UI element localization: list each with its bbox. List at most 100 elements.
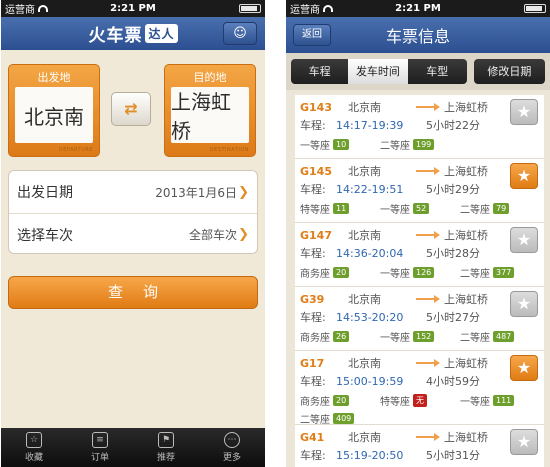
train-row[interactable]: G39 北京南 上海虹桥 车程: 14:53-20:20 5小时27分 ★ 商务座 26 一等座 1… bbox=[295, 287, 544, 351]
train-time: 14:22-19:51 bbox=[336, 182, 404, 196]
duration-key: 车程: bbox=[300, 183, 326, 196]
train-row[interactable]: G41 北京南 上海虹桥 车程: 15:19-20:50 5小时31分 ★ bbox=[295, 425, 544, 467]
duration-key: 车程: bbox=[300, 311, 326, 324]
train-from: 北京南 bbox=[348, 357, 381, 370]
tab-label: 订单 bbox=[90, 453, 109, 463]
battery-icon bbox=[239, 4, 261, 13]
destination-label: 目的地 bbox=[193, 71, 227, 84]
seat-count: 79 bbox=[493, 203, 510, 214]
train-time: 14:17-19:39 bbox=[336, 118, 404, 132]
train-from: 北京南 bbox=[348, 165, 381, 178]
star-icon: ★ bbox=[516, 432, 532, 451]
star-icon: ★ bbox=[516, 294, 532, 313]
date-row[interactable]: 出发日期 2013年1月6日 ❯ bbox=[9, 171, 257, 213]
train-duration: 5小时29分 bbox=[426, 183, 480, 196]
seat-name: 一等座 bbox=[460, 397, 490, 408]
tab-recommend[interactable]: ⚑ 推荐 bbox=[141, 432, 191, 463]
train-filter-value: 全部车次 bbox=[188, 228, 237, 242]
train-duration: 4小时59分 bbox=[426, 375, 480, 388]
seat-class: 二等座 409 bbox=[300, 411, 380, 426]
app-logo: 火车票 达人 bbox=[88, 21, 178, 46]
seat-class: 一等座 111 bbox=[460, 393, 540, 408]
train-code: G147 bbox=[300, 228, 332, 242]
clock: 2:21 PM bbox=[110, 3, 156, 14]
tab-bar: ☆ 收藏 ≡ 订单 ⚑ 推荐 ⋯ 更多 bbox=[1, 428, 265, 467]
user-button[interactable]: ☺ bbox=[223, 22, 257, 45]
arrow-right-icon bbox=[416, 167, 440, 175]
train-row[interactable]: G17 北京南 上海虹桥 车程: 15:00-19:59 4小时59分 ★ 商务座 20 特等座无… bbox=[295, 351, 544, 426]
seat-class: 二等座 487 bbox=[460, 329, 540, 344]
seat-count: 无 bbox=[413, 394, 427, 407]
tab-favorites[interactable]: ☆ 收藏 bbox=[9, 432, 59, 463]
train-from: 北京南 bbox=[348, 101, 381, 114]
status-bar: 运营商 2:21 PM bbox=[286, 0, 550, 17]
tab-label: 推荐 bbox=[156, 453, 175, 463]
sort-by-departure[interactable]: 发车时间 bbox=[348, 59, 408, 84]
results-navbar: 返回 车票信息 bbox=[286, 17, 550, 53]
train-row[interactable]: G145 北京南 上海虹桥 车程: 14:22-19:51 5小时29分 ★ 特等座 11 一等座… bbox=[295, 159, 544, 223]
seat-name: 一等座 bbox=[380, 205, 410, 216]
favorite-star-button[interactable]: ★ bbox=[510, 227, 538, 253]
destination-station-card[interactable]: 目的地 上海虹桥 DESTINATION bbox=[164, 64, 256, 157]
arrow-right-icon bbox=[416, 103, 440, 111]
favorite-star-button[interactable]: ★ bbox=[510, 291, 538, 317]
favorite-star-button[interactable]: ★ bbox=[510, 355, 538, 381]
train-route: G39 北京南 上海虹桥 bbox=[300, 291, 495, 307]
favorite-star-button[interactable]: ★ bbox=[510, 163, 538, 189]
train-duration: 5小时28分 bbox=[426, 247, 480, 260]
seat-count: 111 bbox=[493, 395, 515, 406]
seat-count: 26 bbox=[333, 331, 350, 342]
tab-orders[interactable]: ≡ 订单 bbox=[75, 432, 125, 463]
train-row[interactable]: G147 北京南 上海虹桥 车程: 14:36-20:04 5小时28分 ★ 商务座 20 一等座… bbox=[295, 223, 544, 287]
duration-key: 车程: bbox=[300, 119, 326, 132]
favorite-icon: ☆ bbox=[26, 432, 42, 448]
seat-class: 一等座 52 bbox=[380, 201, 460, 216]
seat-class: 特等座 11 bbox=[300, 201, 380, 216]
train-route: G145 北京南 上海虹桥 bbox=[300, 163, 495, 179]
seat-count: 20 bbox=[333, 267, 350, 278]
seat-name: 二等座 bbox=[380, 141, 410, 152]
train-to: 上海虹桥 bbox=[444, 293, 488, 306]
favorite-star-button[interactable]: ★ bbox=[510, 429, 538, 455]
results-screen: 运营商 2:21 PM 返回 车票信息 车程 发车时间 车型 修改日期 G143… bbox=[286, 0, 550, 467]
back-button[interactable]: 返回 bbox=[293, 24, 331, 46]
chevron-right-icon: ❯ bbox=[238, 227, 249, 242]
favorite-star-button[interactable]: ★ bbox=[510, 99, 538, 125]
sort-by-train-type[interactable]: 车型 bbox=[407, 59, 467, 84]
seat-count: 126 bbox=[413, 267, 435, 278]
tab-more[interactable]: ⋯ 更多 bbox=[207, 432, 257, 463]
train-to: 上海虹桥 bbox=[444, 101, 488, 114]
train-from: 北京南 bbox=[348, 293, 381, 306]
train-filter-row[interactable]: 选择车次 全部车次 ❯ bbox=[9, 213, 257, 255]
logo-text: 火车票 bbox=[88, 26, 143, 46]
train-to: 上海虹桥 bbox=[444, 165, 488, 178]
destination-sub: DESTINATION bbox=[209, 147, 249, 153]
train-duration: 5小时22分 bbox=[426, 119, 480, 132]
train-to: 上海虹桥 bbox=[444, 357, 488, 370]
seat-name: 特等座 bbox=[300, 205, 330, 216]
train-schedule: 车程: 14:53-20:20 5小时27分 bbox=[300, 309, 495, 325]
chevron-right-icon: ❯ bbox=[238, 184, 249, 200]
seat-class: 商务座 26 bbox=[300, 329, 380, 344]
swap-stations-button[interactable]: ⇄ bbox=[111, 92, 151, 126]
sort-by-duration[interactable]: 车程 bbox=[291, 59, 349, 84]
train-to: 上海虹桥 bbox=[444, 431, 488, 444]
train-code: G41 bbox=[300, 430, 325, 444]
logo-badge: 达人 bbox=[145, 24, 178, 43]
date-label: 出发日期 bbox=[17, 185, 73, 201]
train-from: 北京南 bbox=[348, 431, 381, 444]
query-button[interactable]: 查询 bbox=[8, 276, 258, 309]
seat-class: 商务座 20 bbox=[300, 393, 380, 408]
departure-station-card[interactable]: 出发地 北京南 DEPARTURE bbox=[8, 64, 100, 157]
seat-class: 二等座 377 bbox=[460, 265, 540, 280]
train-route: G17 北京南 上海虹桥 bbox=[300, 355, 495, 371]
modify-date-button[interactable]: 修改日期 bbox=[473, 59, 545, 84]
seat-count: 199 bbox=[413, 139, 435, 150]
destination-station: 上海虹桥 bbox=[171, 87, 249, 143]
train-row[interactable]: G143 北京南 上海虹桥 车程: 14:17-19:39 5小时22分 ★ 一等座 10 二等座… bbox=[295, 95, 544, 159]
seat-name: 二等座 bbox=[300, 415, 330, 426]
seat-class: 商务座 20 bbox=[300, 265, 380, 280]
seat-name: 商务座 bbox=[300, 269, 330, 280]
more-icon: ⋯ bbox=[224, 432, 240, 448]
seat-list: 商务座 26 一等座 152 二等座 487 bbox=[300, 329, 540, 344]
